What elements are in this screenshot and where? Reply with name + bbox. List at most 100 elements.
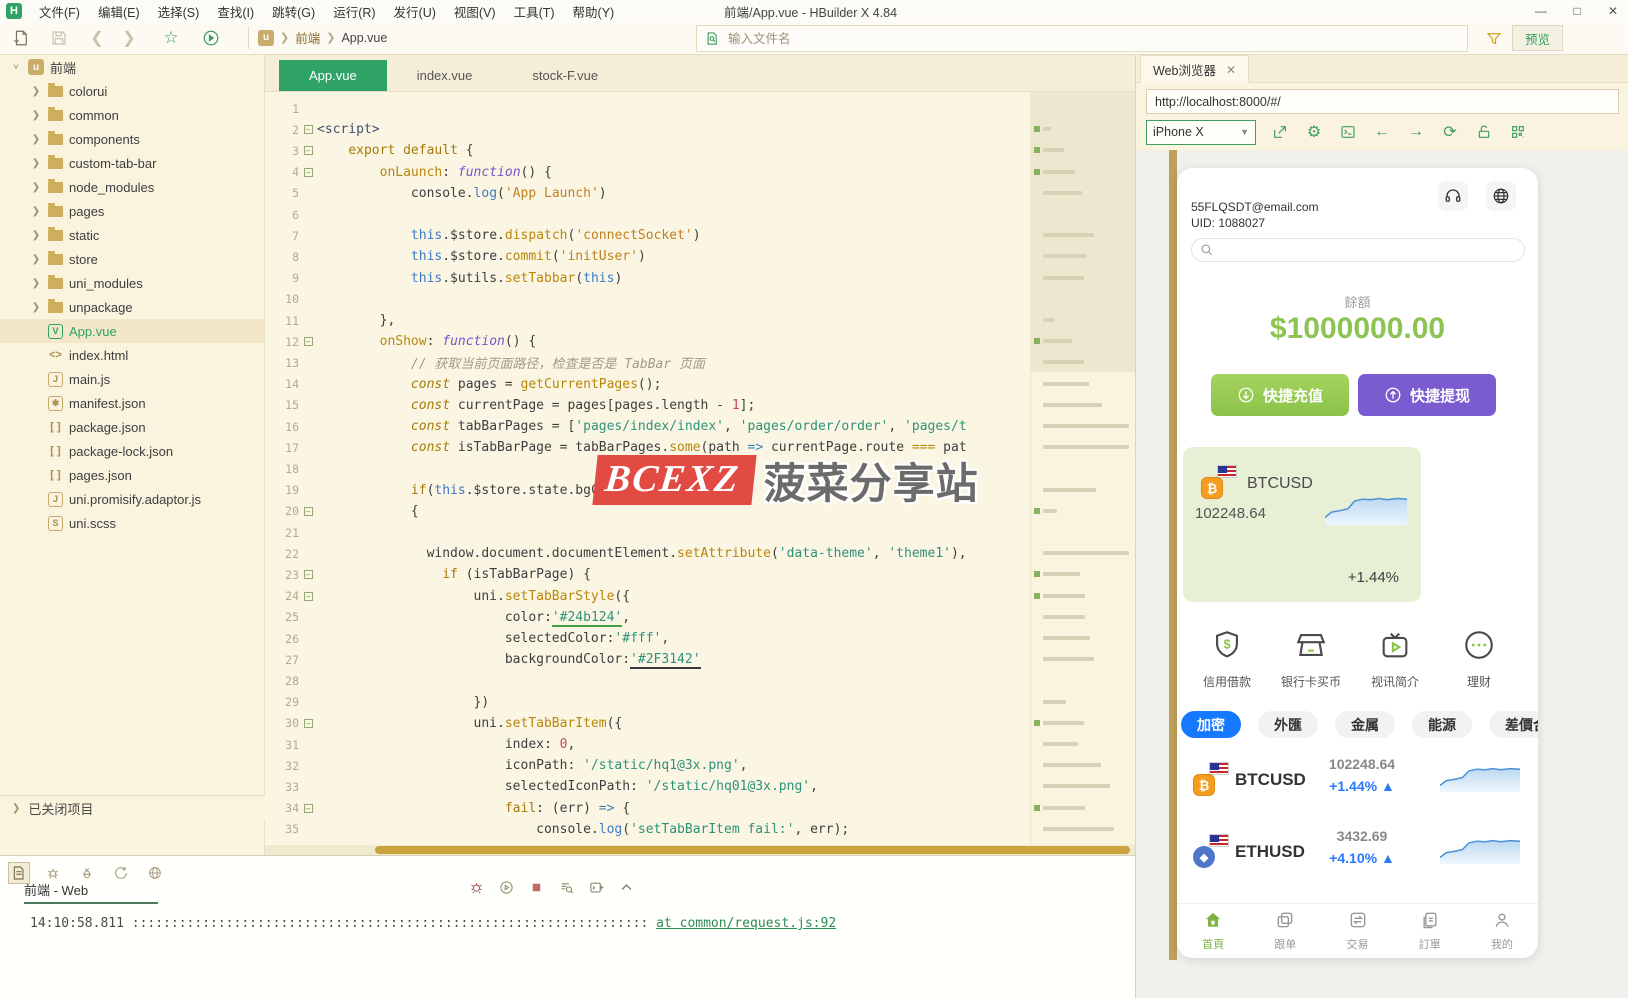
sidebar-file-uni.scss[interactable]: Suni.scss xyxy=(0,511,264,535)
sidebar-folder-custom-tab-bar[interactable]: ❯custom-tab-bar xyxy=(0,151,264,175)
fold-collapse-icon[interactable]: – xyxy=(304,570,313,579)
open-external-icon[interactable] xyxy=(1270,122,1290,142)
menu-item-工具[interactable]: 工具(T) xyxy=(505,0,564,23)
category-pill-金属[interactable]: 金属 xyxy=(1335,711,1395,738)
category-pill-外匯[interactable]: 外匯 xyxy=(1258,711,1318,738)
sidebar-folder-pages[interactable]: ❯pages xyxy=(0,199,264,223)
save-icon[interactable] xyxy=(48,27,70,49)
sidebar-folder-uni_modules[interactable]: ❯uni_modules xyxy=(0,271,264,295)
menu-item-编辑[interactable]: 编辑(E) xyxy=(89,0,149,23)
menu-item-视图[interactable]: 视图(V) xyxy=(445,0,505,23)
category-pill-能源[interactable]: 能源 xyxy=(1412,711,1472,738)
unlock-icon[interactable] xyxy=(1474,122,1494,142)
log-source-link[interactable]: at common/request.js:92 xyxy=(656,916,836,931)
fold-collapse-icon[interactable]: – xyxy=(304,592,313,601)
file-search-box[interactable] xyxy=(696,25,1468,52)
sidebar-file-package.json[interactable]: [ ]package.json xyxy=(0,415,264,439)
minimap-viewport[interactable] xyxy=(1031,92,1135,372)
editor-tab-stock-F.vue[interactable]: stock-F.vue xyxy=(502,60,628,91)
console-tab[interactable]: 前端 - Web xyxy=(24,880,88,899)
shortcut-银行卡买币[interactable]: 银行卡买币 xyxy=(1277,628,1345,690)
preview-button[interactable]: 预览 xyxy=(1512,25,1563,51)
editor-tab-index.vue[interactable]: index.vue xyxy=(387,60,503,91)
category-pill-差價合約[interactable]: 差價合約 xyxy=(1489,711,1538,738)
menu-item-跳转[interactable]: 跳转(G) xyxy=(263,0,324,23)
app-tab-訂單[interactable]: 訂單 xyxy=(1394,904,1466,958)
run-icon[interactable] xyxy=(200,27,222,49)
file-search-input[interactable] xyxy=(728,32,1368,46)
market-row-BTCUSD[interactable]: ₿BTCUSD102248.64+1.44% ▲ xyxy=(1177,748,1538,812)
back-icon[interactable]: ❮ xyxy=(86,27,108,49)
sidebar-file-uni.promisify.adaptor.js[interactable]: Juni.promisify.adaptor.js xyxy=(0,487,264,511)
url-bar[interactable]: http://localhost:8000/#/ xyxy=(1146,89,1619,114)
quick-withdraw-button[interactable]: 快捷提现 xyxy=(1358,374,1496,416)
shortcut-理财[interactable]: 理财 xyxy=(1445,628,1513,690)
breadcrumb[interactable]: u ❯ 前端 ❯ App.vue xyxy=(258,28,387,47)
breadcrumb-project[interactable]: 前端 xyxy=(295,28,320,47)
menu-item-帮助[interactable]: 帮助(Y) xyxy=(564,0,624,23)
back-arrow-icon[interactable]: ← xyxy=(1372,122,1392,142)
bookmark-star-icon[interactable]: ☆ xyxy=(160,27,182,49)
quick-recharge-button[interactable]: 快捷充值 xyxy=(1211,374,1349,416)
sidebar-folder-static[interactable]: ❯static xyxy=(0,223,264,247)
featured-market-card[interactable]: ₿ BTCUSD 102248.64 +1.44% xyxy=(1183,447,1421,602)
app-tab-交易[interactable]: 交易 xyxy=(1321,904,1393,958)
collapse-panel-icon[interactable] xyxy=(617,878,635,896)
editor-tab-App.vue[interactable]: App.vue xyxy=(279,60,387,91)
fold-collapse-icon[interactable]: – xyxy=(304,804,313,813)
sidebar-file-main.js[interactable]: Jmain.js xyxy=(0,367,264,391)
sidebar-folder-components[interactable]: ❯components xyxy=(0,127,264,151)
menu-item-运行[interactable]: 运行(R) xyxy=(324,0,384,23)
new-file-icon[interactable] xyxy=(10,27,32,49)
minimap[interactable] xyxy=(1030,92,1135,845)
sidebar-file-App.vue[interactable]: VApp.vue xyxy=(0,319,264,343)
menu-item-选择[interactable]: 选择(S) xyxy=(149,0,209,23)
sidebar-file-package-lock.json[interactable]: [ ]package-lock.json xyxy=(0,439,264,463)
resume-icon[interactable] xyxy=(497,878,515,896)
sidebar-file-index.html[interactable]: <>index.html xyxy=(0,343,264,367)
minimize-button[interactable]: — xyxy=(1532,4,1550,18)
settings-gear-icon[interactable]: ⚙ xyxy=(1304,122,1324,142)
globe-log-icon[interactable] xyxy=(144,862,166,884)
shortcut-视讯简介[interactable]: 视讯简介 xyxy=(1361,628,1429,690)
language-globe-icon[interactable] xyxy=(1486,181,1516,211)
device-select[interactable]: iPhone X ▼ xyxy=(1146,120,1256,145)
closed-projects-section[interactable]: ❯ 已关闭项目 xyxy=(0,795,265,821)
fold-collapse-icon[interactable]: – xyxy=(304,719,313,728)
app-tab-我的[interactable]: 我的 xyxy=(1466,904,1538,958)
menu-item-查找[interactable]: 查找(I) xyxy=(208,0,263,23)
forward-arrow-icon[interactable]: → xyxy=(1406,122,1426,142)
stop-icon[interactable] xyxy=(527,878,545,896)
refresh-icon[interactable]: ⟳ xyxy=(1440,122,1460,142)
sidebar-folder-node_modules[interactable]: ❯node_modules xyxy=(0,175,264,199)
forward-icon[interactable]: ❯ xyxy=(118,27,140,49)
support-headset-icon[interactable] xyxy=(1438,181,1468,211)
app-tab-首頁[interactable]: 首頁 xyxy=(1177,904,1249,958)
shortcut-信用借款[interactable]: $信用借款 xyxy=(1193,628,1261,690)
horizontal-scrollbar-thumb[interactable] xyxy=(375,846,1130,854)
search-log-icon[interactable] xyxy=(557,878,575,896)
sidebar-folder-store[interactable]: ❯store xyxy=(0,247,264,271)
fold-collapse-icon[interactable]: – xyxy=(304,168,313,177)
app-tab-跟单[interactable]: 跟单 xyxy=(1249,904,1321,958)
fold-collapse-icon[interactable]: – xyxy=(304,125,313,134)
market-row-ETHUSD[interactable]: ◆ETHUSD3432.69+4.10% ▲ xyxy=(1177,820,1538,884)
sidebar-folder-unpackage[interactable]: ❯unpackage xyxy=(0,295,264,319)
sidebar-folder-common[interactable]: ❯common xyxy=(0,103,264,127)
close-button[interactable]: ✕ xyxy=(1604,4,1622,18)
filter-funnel-icon[interactable] xyxy=(1483,28,1505,50)
sidebar-file-manifest.json[interactable]: ✱manifest.json xyxy=(0,391,264,415)
app-search-input[interactable] xyxy=(1191,238,1525,262)
sidebar-file-pages.json[interactable]: [ ]pages.json xyxy=(0,463,264,487)
new-terminal-icon[interactable] xyxy=(587,878,605,896)
category-pill-加密[interactable]: 加密 xyxy=(1181,711,1241,738)
menu-item-发行[interactable]: 发行(U) xyxy=(385,0,445,23)
project-root[interactable]: ˅u前端 xyxy=(0,55,264,79)
debug-bug-icon[interactable] xyxy=(467,878,485,896)
refresh-log-icon[interactable] xyxy=(110,862,132,884)
menu-item-文件[interactable]: 文件(F) xyxy=(30,0,89,23)
fold-collapse-icon[interactable]: – xyxy=(304,337,313,346)
sidebar-folder-colorui[interactable]: ❯colorui xyxy=(0,79,264,103)
console-icon[interactable] xyxy=(1338,122,1358,142)
breadcrumb-file[interactable]: App.vue xyxy=(341,31,387,45)
